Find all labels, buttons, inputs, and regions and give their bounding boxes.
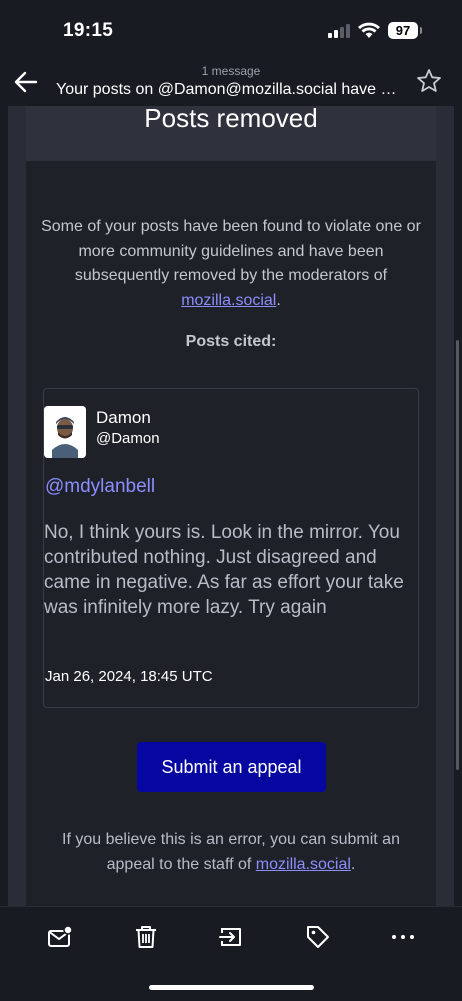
post-author-name: Damon — [96, 408, 151, 427]
home-indicator[interactable] — [149, 985, 314, 990]
trash-icon[interactable] — [132, 923, 160, 951]
post-date: Jan 26, 2024, 18:45 UTC — [45, 668, 213, 685]
intro-link[interactable]: mozilla.social — [181, 292, 276, 309]
status-time: 19:15 — [63, 20, 114, 41]
mark-unread-icon[interactable] — [46, 923, 74, 951]
more-icon[interactable] — [389, 923, 417, 951]
avatar-image — [44, 406, 86, 458]
wifi-icon — [358, 22, 380, 38]
scrollbar[interactable] — [456, 340, 459, 770]
post-mention-link[interactable]: @mdylanbell — [45, 476, 155, 498]
intro-end: . — [276, 291, 281, 309]
posts-cited-label: Posts cited: — [185, 333, 277, 350]
move-to-folder-icon[interactable] — [217, 923, 245, 951]
footer-paragraph: If you believe this is an error, you can… — [40, 828, 422, 877]
status-bar: 19:15 97 — [0, 0, 462, 60]
message-subject: Your posts on @Damon@mozilla.social have… — [56, 81, 401, 98]
post-author-handle: @Damon — [96, 430, 160, 447]
message-header: 1 message Your posts on @Damon@mozilla.s… — [0, 60, 462, 106]
cellular-signal-icon — [328, 24, 352, 38]
footer-end: . — [350, 855, 356, 873]
star-icon[interactable] — [416, 68, 442, 94]
tag-icon[interactable] — [304, 923, 332, 951]
email-title: Posts removed — [144, 103, 318, 133]
intro-text: Some of your posts have been found to vi… — [41, 218, 421, 284]
battery-indicator: 97 — [388, 22, 418, 39]
post-text: No, I think yours is. Look in the mirror… — [44, 522, 404, 618]
message-count: 1 message — [201, 64, 261, 78]
intro-paragraph: Some of your posts have been found to vi… — [40, 215, 422, 313]
submit-appeal-button[interactable]: Submit an appeal — [137, 742, 326, 792]
footer-link[interactable]: mozilla.social — [256, 856, 351, 873]
avatar[interactable] — [44, 406, 86, 458]
battery-cap — [420, 27, 422, 34]
